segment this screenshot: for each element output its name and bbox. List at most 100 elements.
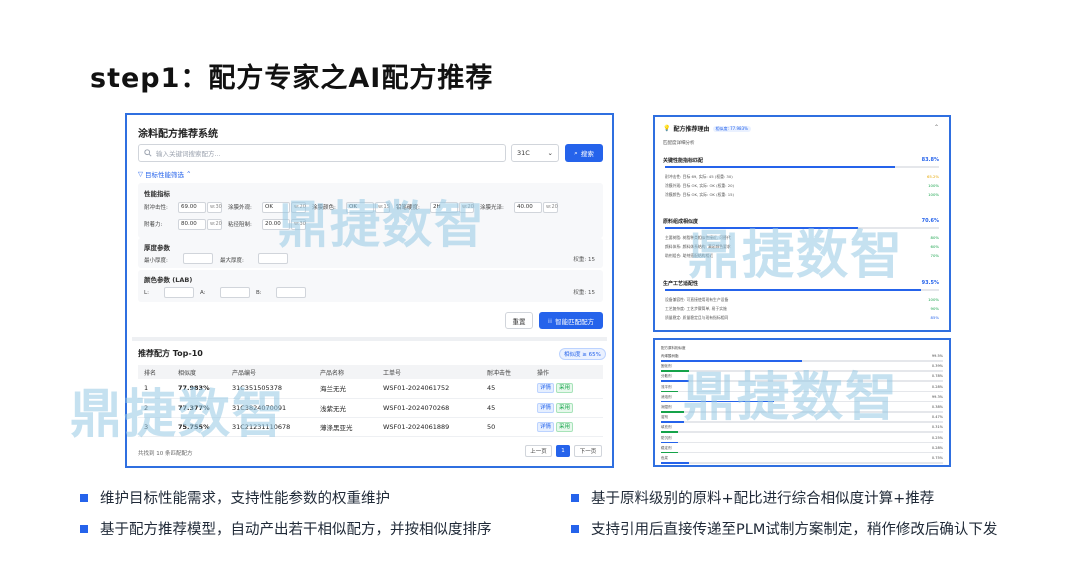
material-label: 流平剂 — [661, 384, 672, 389]
reason-row: 质量稳定: 质量稳定且与现有指标相同 85% — [665, 315, 939, 321]
reason-row-value: 85% — [930, 315, 939, 320]
impact-input[interactable]: 69.00 — [178, 202, 206, 213]
reset-button[interactable]: 重置 — [505, 312, 533, 329]
material-bar-fill — [661, 441, 678, 444]
material-value: 0.25% — [931, 435, 943, 440]
watermark: 鼎捷数智 — [683, 368, 900, 428]
a-label: A: — [200, 290, 206, 296]
bullet-square-icon — [571, 493, 579, 502]
order-no: WSF01-2024070268 — [377, 398, 481, 418]
material-value: 0.28% — [931, 384, 943, 389]
rec-title: 推荐配方 Top-10 — [138, 349, 203, 358]
reason-row-label: 工艺复杂度: 工艺步骤简单, 易于实施 — [665, 306, 727, 311]
material-label: 溶剂 — [661, 415, 668, 420]
material-value: 0.78% — [931, 374, 943, 379]
reason-progress-bar — [665, 166, 939, 168]
watermark: 鼎捷数智 — [70, 385, 287, 445]
material-bar — [661, 431, 943, 433]
bullet-item: 维护目标性能需求，支持性能参数的权重维护 — [80, 487, 390, 508]
bullet-square-icon — [80, 493, 88, 502]
detail-button[interactable]: 详情 — [537, 383, 555, 394]
chevron-down-icon: ⌄ — [547, 149, 553, 157]
reason-row-value: 90% — [930, 306, 939, 311]
bullet-text: 维护目标性能需求，支持性能参数的权重维护 — [100, 491, 390, 507]
reason-row: 工艺复杂度: 工艺步骤简单, 易于实施 90% — [665, 306, 939, 312]
a-input[interactable] — [220, 287, 250, 298]
material-label: 丙烯酸树脂 — [661, 354, 679, 358]
lightbulb-icon: 💡 — [663, 125, 671, 132]
use-button[interactable]: 采用 — [556, 383, 574, 394]
reason-row: 耐冲击性: 目标 69, 实际: 45 (权重: 30) 65.2% — [665, 174, 939, 180]
chevron-up-icon[interactable]: ⌃ — [934, 124, 939, 131]
material-label: 色浆 — [661, 456, 668, 460]
min-thickness-label: 最小厚度: — [144, 258, 168, 264]
detail-button[interactable]: 详情 — [537, 421, 555, 432]
reason-row-value: 80% — [930, 235, 939, 240]
filter-toggle-label: 目标性能筛选 — [145, 171, 184, 179]
reason-row-value: 100% — [928, 192, 939, 197]
use-button[interactable]: 采用 — [556, 402, 574, 413]
reason-row-value: 70% — [930, 253, 939, 258]
search-icon: ⌕ — [574, 148, 578, 157]
reason-row-label: 涂膜外观: 目标 OK, 实际: OK (权重: 20) — [665, 183, 735, 188]
order-no: WSF01-2024061752 — [377, 379, 481, 399]
field-label: 涂膜外观: — [228, 205, 252, 211]
reason-subtitle: 匹配度详细分析 — [663, 141, 695, 146]
material-value: 0.31% — [931, 425, 943, 430]
impact: 45 — [481, 398, 531, 418]
reason-row-label: 质量稳定: 质量稳定且与现有指标相同 — [665, 315, 729, 320]
prev-page-button[interactable]: 上一页 — [525, 445, 552, 457]
search-input[interactable]: 输入关键词搜索配方... — [138, 144, 506, 162]
similarity-badge: 相似度 ≥ 65% — [559, 348, 606, 360]
system-title: 涂料配方推荐系统 — [138, 129, 218, 140]
material-label: 填充剂 — [661, 425, 672, 430]
material-value: 0.75% — [931, 456, 943, 460]
adhesion-input[interactable]: 80.00 — [178, 219, 206, 230]
min-thickness-input[interactable] — [183, 253, 213, 264]
col-action: 操作 — [531, 365, 603, 379]
search-button[interactable]: ⌕ 搜索 — [565, 144, 603, 162]
smart-match-button[interactable]: ⁞⁞ 智能匹配配方 — [539, 312, 603, 329]
product-name: 薄涤黑亚光 — [314, 417, 377, 437]
reason-row-label: 设备兼容性: 可直接使用现有生产设备 — [665, 297, 729, 302]
b-input[interactable] — [276, 287, 306, 298]
reason-row-value: 65.2% — [926, 174, 939, 179]
thickness-title: 厚度参数 — [144, 244, 170, 252]
field-label: 附着力: — [144, 222, 163, 228]
material-label: 润湿剂 — [661, 405, 672, 409]
material-bar-fill — [661, 431, 678, 433]
color-group: 颜色参数 (LAB) L: A: B: 权重: 15 — [138, 270, 603, 302]
reason-row-label: 耐冲击性: 目标 69, 实际: 45 (权重: 30) — [665, 174, 733, 179]
material-label: 分散剂 — [661, 374, 672, 379]
material-value: 99.5% — [931, 354, 943, 358]
adhesion-weight[interactable]: w:20 — [207, 219, 222, 230]
color-weight-note: 权重: 15 — [573, 290, 595, 296]
use-button[interactable]: 采用 — [556, 421, 574, 432]
gloss-weight[interactable]: w:20 — [543, 202, 558, 213]
reason-row: 设备兼容性: 可直接使用现有生产设备 100% — [665, 297, 939, 303]
bullet-text: 基于配方推荐模型，自动产出若干相似配方，并按相似度排序 — [100, 522, 492, 538]
material-row: 防沉剂 0.25% — [661, 436, 943, 441]
reason-section-value: 93.5% — [921, 280, 939, 286]
actions: 详情 采用 — [531, 417, 603, 437]
impact: 50 — [481, 417, 531, 437]
slide-title: step1：配方专家之AI配方推荐 — [90, 63, 494, 94]
bullet-text: 基于原料级别的原料+配比进行综合相似度计算+推荐 — [591, 491, 935, 507]
l-input[interactable] — [164, 287, 194, 298]
reason-progress-bar — [665, 289, 939, 291]
product-select[interactable]: 31C ⌄ — [511, 144, 559, 162]
search-button-label: 搜索 — [580, 150, 594, 158]
total-note: 共找到 10 条匹配配方 — [138, 451, 193, 457]
impact-weight[interactable]: w:30 — [207, 202, 222, 213]
filter-toggle[interactable]: ▽ 目标性能筛选 ⌃ — [138, 169, 191, 179]
page-1-button[interactable]: 1 — [556, 445, 570, 457]
col-impact: 耐冲击性 — [481, 365, 531, 379]
material-value: 0.28% — [931, 445, 943, 450]
bullet-text: 支持引用后直接传递至PLM试制方案制定，稍作修改后确认下发 — [591, 522, 998, 538]
gloss-input[interactable]: 40.00 — [514, 202, 542, 213]
detail-button[interactable]: 详情 — [537, 402, 555, 413]
smart-match-label: 智能匹配配方 — [555, 317, 595, 326]
material-label: 消泡剂 — [661, 394, 672, 399]
grid-icon: ⁞⁞ — [547, 316, 553, 325]
next-page-button[interactable]: 下一页 — [574, 445, 602, 457]
